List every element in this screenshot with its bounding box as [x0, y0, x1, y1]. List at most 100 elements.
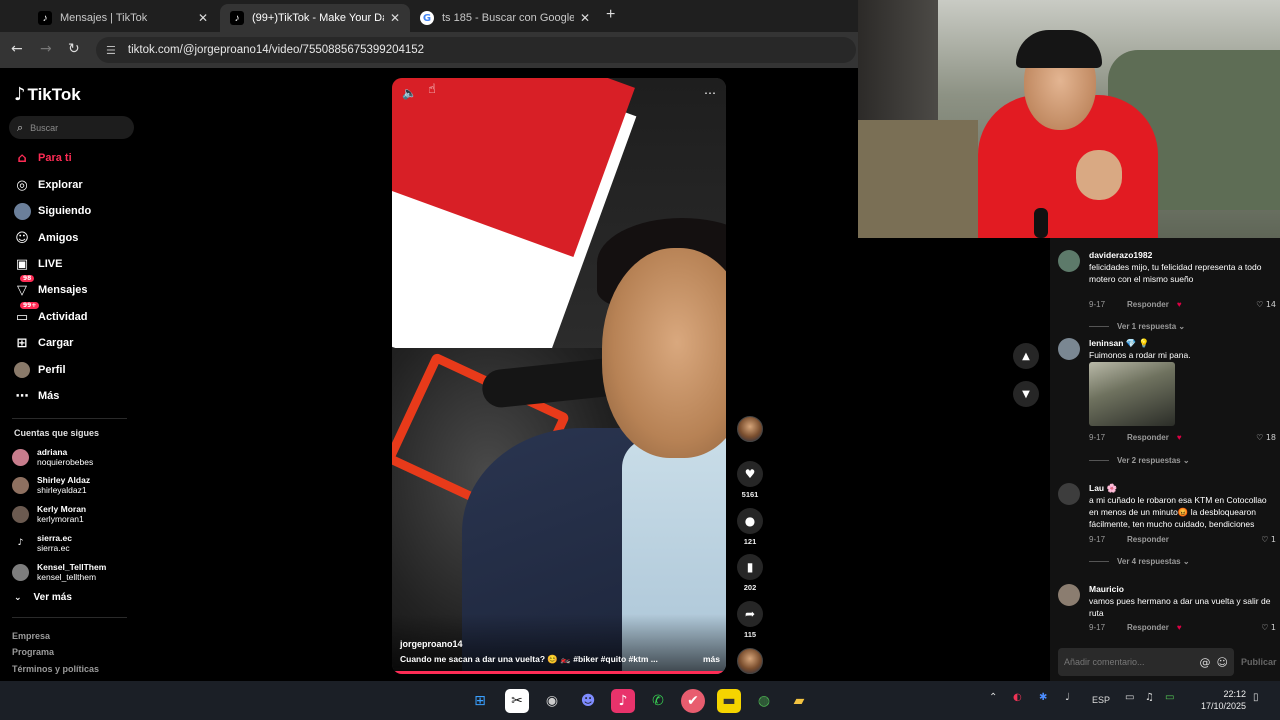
- reply-button[interactable]: Responder: [1127, 623, 1169, 632]
- mention-icon[interactable]: @: [1200, 656, 1211, 669]
- comment-like-button[interactable]: ♡ 1: [1261, 623, 1276, 632]
- comment-like-button[interactable]: ♡ 14: [1256, 300, 1276, 309]
- caption-more-link[interactable]: más: [703, 654, 720, 665]
- emoji-icon[interactable]: ☺: [1217, 656, 1228, 669]
- reply-button[interactable]: Responder: [1127, 433, 1169, 442]
- footer-link-empresa[interactable]: Empresa: [12, 631, 50, 641]
- reload-icon[interactable]: ↻: [68, 41, 80, 57]
- nav-para-ti[interactable]: ⌂ Para ti: [12, 147, 162, 169]
- next-video-button[interactable]: ▼: [1013, 381, 1039, 407]
- notifications-icon[interactable]: ▯: [1253, 692, 1259, 703]
- view-replies-button[interactable]: Ver 4 respuestas ⌄: [1089, 557, 1190, 566]
- nav-actividad[interactable]: ▭ 99+ Actividad: [12, 302, 162, 328]
- tiktok-app-icon[interactable]: ♪: [611, 689, 635, 713]
- nav-mensajes[interactable]: ▽ 98 Mensajes: [12, 275, 162, 301]
- music-disc-avatar: [737, 648, 763, 674]
- nav-explorar[interactable]: ◎ Explorar: [12, 174, 162, 196]
- reply-button[interactable]: Responder: [1127, 535, 1169, 544]
- language-indicator[interactable]: ESP: [1092, 695, 1110, 705]
- nav-live[interactable]: ▣ LIVE: [12, 253, 162, 275]
- publish-button[interactable]: Publicar: [1241, 657, 1277, 667]
- bluetooth-icon[interactable]: ✱: [1039, 692, 1047, 703]
- following-account[interactable]: Kerly Moran kerlymoran1: [12, 501, 142, 527]
- close-tab-icon[interactable]: ✕: [198, 11, 208, 25]
- comment-like-button[interactable]: ♡ 18: [1256, 433, 1276, 442]
- comment-text: felicidades mijo, tu felicidad represent…: [1089, 262, 1262, 284]
- nav-perfil[interactable]: Perfil: [12, 359, 162, 381]
- discord-icon[interactable]: ☻: [576, 689, 600, 713]
- save-button[interactable]: ▮ 202: [734, 554, 766, 592]
- tab-messages[interactable]: ♪ Mensajes | TikTok ✕: [28, 4, 218, 32]
- video-player[interactable]: 🔈 ⋯ jorgeproano14 Cuando me sacan a dar …: [392, 78, 726, 674]
- share-button[interactable]: ➦ 115: [734, 601, 766, 639]
- comment-text: Fuimonos a rodar mi pana.: [1089, 350, 1191, 360]
- capcut-icon[interactable]: ✂: [505, 689, 529, 713]
- nav-amigos[interactable]: ☺ Amigos: [12, 227, 162, 249]
- avatar[interactable]: [1058, 250, 1080, 272]
- close-tab-icon[interactable]: ✕: [390, 11, 400, 25]
- see-more-button[interactable]: ⌄ Ver más: [14, 592, 72, 603]
- avatar[interactable]: [1058, 483, 1080, 505]
- following-account[interactable]: ♪ sierra.ec sierra.ec: [12, 530, 142, 556]
- comment-like-button[interactable]: ♡ 1: [1261, 535, 1276, 544]
- comment-user[interactable]: leninsan 💎 💡: [1089, 338, 1149, 349]
- comment-user[interactable]: Mauricio: [1089, 584, 1124, 594]
- footer-link-programa[interactable]: Programa: [12, 647, 54, 657]
- video-progress-bar[interactable]: [392, 671, 726, 674]
- video-person-face: [602, 248, 726, 458]
- file-explorer-icon[interactable]: ▰: [787, 689, 811, 713]
- nav-siguiendo[interactable]: Siguiendo: [12, 200, 162, 222]
- comment-button[interactable]: ● 121: [734, 508, 766, 546]
- obs-icon[interactable]: ◉: [540, 689, 564, 713]
- comment-user[interactable]: Lau 🌸: [1089, 483, 1117, 494]
- back-arrow-icon[interactable]: ←: [11, 41, 23, 57]
- battery-icon[interactable]: ▭: [1165, 692, 1174, 703]
- nav-mas[interactable]: ⋯ Más: [12, 385, 162, 407]
- volume-icon[interactable]: 🔈: [402, 86, 417, 100]
- previous-video-button[interactable]: ▲: [1013, 343, 1039, 369]
- following-account[interactable]: Kensel_TellThem kensel_tellthem: [12, 559, 142, 585]
- chrome-icon[interactable]: ◍: [752, 689, 776, 713]
- comment-image[interactable]: [1089, 362, 1175, 426]
- tasks-icon[interactable]: ✔: [681, 689, 705, 713]
- close-tab-icon[interactable]: ✕: [580, 11, 590, 25]
- windows-start-icon[interactable]: ⊞: [468, 689, 492, 713]
- tab-tiktok-home[interactable]: ♪ (99+)TikTok - Make Your Day ✕: [220, 4, 410, 32]
- site-settings-icon[interactable]: ☰: [106, 44, 116, 57]
- forward-arrow-icon[interactable]: →: [40, 41, 52, 57]
- account-handle: kensel_tellthem: [37, 572, 97, 582]
- comment-date: 9-17: [1089, 433, 1106, 442]
- avatar: [12, 448, 29, 466]
- tiktok-logo[interactable]: ♪ TikTok: [14, 84, 81, 105]
- show-hidden-icons-icon[interactable]: ⌃: [989, 692, 997, 703]
- footer-link-terminos[interactable]: Términos y políticas: [12, 664, 99, 674]
- comment-input[interactable]: Añadir comentario... @ ☺: [1058, 648, 1234, 676]
- new-tab-icon[interactable]: +: [606, 6, 615, 24]
- nav-cargar[interactable]: ⊞ Cargar: [12, 332, 162, 354]
- tray-app-icon[interactable]: ◐: [1013, 692, 1022, 703]
- comment-user[interactable]: daviderazo1982: [1089, 250, 1152, 260]
- whatsapp-icon[interactable]: ✆: [646, 689, 670, 713]
- address-bar[interactable]: ☰ tiktok.com/@jorgeproano14/video/755088…: [96, 37, 856, 63]
- following-account[interactable]: Shirley Aldaz shirleyaldaz1: [12, 472, 142, 498]
- more-options-icon[interactable]: ⋯: [704, 86, 716, 100]
- creator-avatar-button[interactable]: [734, 416, 766, 442]
- avatar: [12, 476, 29, 494]
- reply-button[interactable]: Responder: [1127, 300, 1169, 309]
- avatar[interactable]: [1058, 584, 1080, 606]
- tab-google-search[interactable]: G ts 185 - Buscar con Google ✕: [410, 4, 600, 32]
- music-disc-button[interactable]: [734, 648, 766, 674]
- microphone-icon[interactable]: ♩: [1065, 692, 1070, 703]
- clock[interactable]: 22:12 17/10/2025: [1186, 688, 1246, 712]
- like-button[interactable]: ♥ 5161: [734, 461, 766, 499]
- volume-icon[interactable]: ♫: [1145, 692, 1154, 703]
- network-icon[interactable]: ▭: [1125, 692, 1134, 703]
- video-username[interactable]: jorgeproano14: [400, 639, 463, 649]
- view-replies-button[interactable]: Ver 2 respuestas ⌄: [1089, 456, 1190, 465]
- sticky-notes-icon[interactable]: ▬: [717, 689, 741, 713]
- mouse-cursor-icon: ☝: [428, 82, 436, 97]
- view-replies-button[interactable]: Ver 1 respuesta ⌄: [1089, 322, 1185, 331]
- avatar[interactable]: [1058, 338, 1080, 360]
- search-input[interactable]: ⌕ Buscar: [9, 116, 134, 139]
- following-account[interactable]: adriana noquierobebes: [12, 444, 142, 470]
